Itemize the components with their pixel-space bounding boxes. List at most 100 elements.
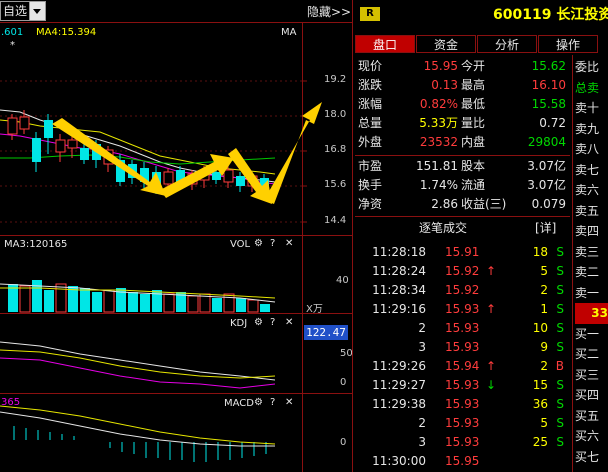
fundamental-row: 净资 2.86 收益(三) 0.079 [355, 195, 570, 214]
price-axis-label: 16.8 [324, 144, 347, 155]
quote-value: 15.62 [531, 59, 566, 73]
quote-label: 总量 [358, 116, 383, 130]
quote-value: 16.10 [531, 78, 566, 92]
trade-volume: 9 [540, 340, 548, 354]
fund-value: 2.86 [431, 197, 458, 211]
gear-icon[interactable]: ⚙ [254, 397, 263, 408]
order-book-label: 卖八 [575, 142, 600, 156]
trade-side: S [556, 378, 564, 392]
order-book-label: 卖四 [575, 224, 600, 238]
order-book-label: 卖二 [575, 265, 600, 279]
quote-value: 5.33万 [419, 116, 458, 130]
tab-pankou[interactable]: 盘口 [355, 35, 415, 53]
order-book-label: 买六 [575, 429, 600, 443]
fund-value: 3.07亿 [527, 178, 566, 192]
fund-divider [355, 216, 570, 217]
quote-label: 涨跌 [358, 78, 383, 92]
quote-value: 15.58 [531, 97, 566, 111]
trade-side: S [556, 283, 564, 297]
trade-volume: 36 [532, 397, 548, 411]
tab-zijin[interactable]: 资金 [416, 35, 476, 53]
trade-price: 15.92 [445, 264, 480, 278]
chart-area[interactable]: .601 MA4:15.394 MA * 19.2 18.0 16.8 15.6… [0, 22, 353, 472]
quote-label: 外盘 [358, 135, 383, 149]
vol-title: VOL [230, 239, 251, 250]
up-arrow-icon: ↑ [486, 359, 497, 373]
order-book-label: 买二 [575, 347, 600, 361]
trade-side: S [556, 416, 564, 430]
trade-time: 11:29:16 [372, 302, 426, 316]
trade-volume: 5 [540, 416, 548, 430]
kdj-axis-label: 50 [340, 348, 353, 359]
trade-price: 15.93 [445, 435, 480, 449]
trade-price: 15.94 [445, 359, 480, 373]
price-axis-label: 19.2 [324, 74, 347, 85]
quote-label: 最高 [461, 78, 486, 92]
quote-row: 外盘 23532 内盘 29804 [355, 133, 570, 152]
help-icon[interactable]: ? [270, 397, 275, 408]
trades-detail-link[interactable]: [详] [535, 219, 556, 237]
order-book-label: 买五 [575, 408, 600, 423]
trade-time: 11:28:34 [372, 283, 426, 297]
trade-row: 11:30:00 15.95 [355, 452, 570, 471]
trade-price: 15.92 [445, 283, 480, 297]
trades-list: 11:28:18 15.91 18 S 11:28:24 15.92 ↑ 5 S 11:28:34… [355, 243, 570, 471]
trade-side: S [556, 264, 564, 278]
order-book-label: 买七 [575, 449, 600, 464]
close-icon[interactable]: ✕ [285, 238, 293, 249]
help-icon[interactable]: ? [270, 238, 275, 249]
fund-label: 股本 [461, 159, 486, 173]
close-icon[interactable]: ✕ [285, 397, 293, 408]
trade-price: 15.93 [445, 397, 480, 411]
trade-time: 11:28:24 [372, 264, 426, 278]
macd-title: MACD [224, 398, 254, 409]
trade-row: 2 15.93 5 S [355, 414, 570, 433]
quote-table: 现价 15.95 今开 15.62 涨跌 0.13 最高 16.10 涨幅 0.82% 最低 15.5… [355, 57, 570, 152]
order-book-label: 买四 [575, 388, 600, 402]
quote-label: 量比 [461, 116, 486, 130]
up-arrow-icon: ↑ [486, 264, 497, 278]
fund-label: 市盈 [358, 159, 383, 173]
vol-axis-label: 40 [336, 275, 349, 286]
order-book-label: 卖十 [575, 101, 600, 115]
gear-icon[interactable]: ⚙ [254, 317, 263, 328]
tab-caozuo[interactable]: 操作 [538, 35, 598, 53]
watchlist-dropdown-button[interactable] [29, 1, 46, 21]
trade-row: 11:28:18 15.91 18 S [355, 243, 570, 262]
stock-title: 600119 长江投资 [493, 7, 608, 23]
trade-volume: 5 [540, 264, 548, 278]
kdj-value-box: 122.47 [304, 325, 348, 340]
price-axis-label: 18.0 [324, 109, 347, 120]
trade-price: 15.93 [445, 302, 480, 316]
order-book-label: 买一 [575, 326, 600, 341]
gear-icon[interactable]: ⚙ [254, 238, 263, 249]
trade-side: S [556, 321, 564, 335]
trade-side: S [556, 340, 564, 354]
quote-value: 0.72 [539, 116, 566, 130]
quote-label: 涨幅 [358, 97, 383, 111]
ma-line-yellow [0, 119, 276, 175]
trade-row: 11:28:24 15.92 ↑ 5 S [355, 262, 570, 281]
trade-row: 11:29:16 15.93 ↑ 1 S [355, 300, 570, 319]
trade-time: 11:30:00 [372, 454, 426, 468]
trade-volume: 15 [532, 378, 548, 392]
trade-volume: 18 [532, 245, 548, 259]
fund-value: 151.81 [416, 159, 458, 173]
trade-time: 11:29:27 [372, 378, 426, 392]
ma-left-value: .601 [1, 27, 24, 38]
macd-left-value: 365 [1, 397, 21, 408]
vol-unit-label: X万 [306, 304, 323, 315]
fund-label: 净资 [358, 197, 383, 211]
watchlist-button[interactable]: 自选 [0, 1, 30, 21]
hide-panel-button[interactable]: 隐藏>> [307, 3, 351, 20]
tab-fenxi[interactable]: 分析 [477, 35, 537, 53]
ma-label: MA [281, 27, 297, 38]
close-icon[interactable]: ✕ [285, 317, 293, 328]
help-icon[interactable]: ? [270, 317, 275, 328]
candles [7, 110, 269, 194]
vol-ma-label: MA3:120165 [4, 239, 68, 250]
trade-side: S [556, 435, 564, 449]
quote-value: 15.95 [423, 59, 458, 73]
quote-row: 总量 5.33万 量比 0.72 [355, 114, 570, 133]
trade-row: 11:29:38 15.93 36 S [355, 395, 570, 414]
